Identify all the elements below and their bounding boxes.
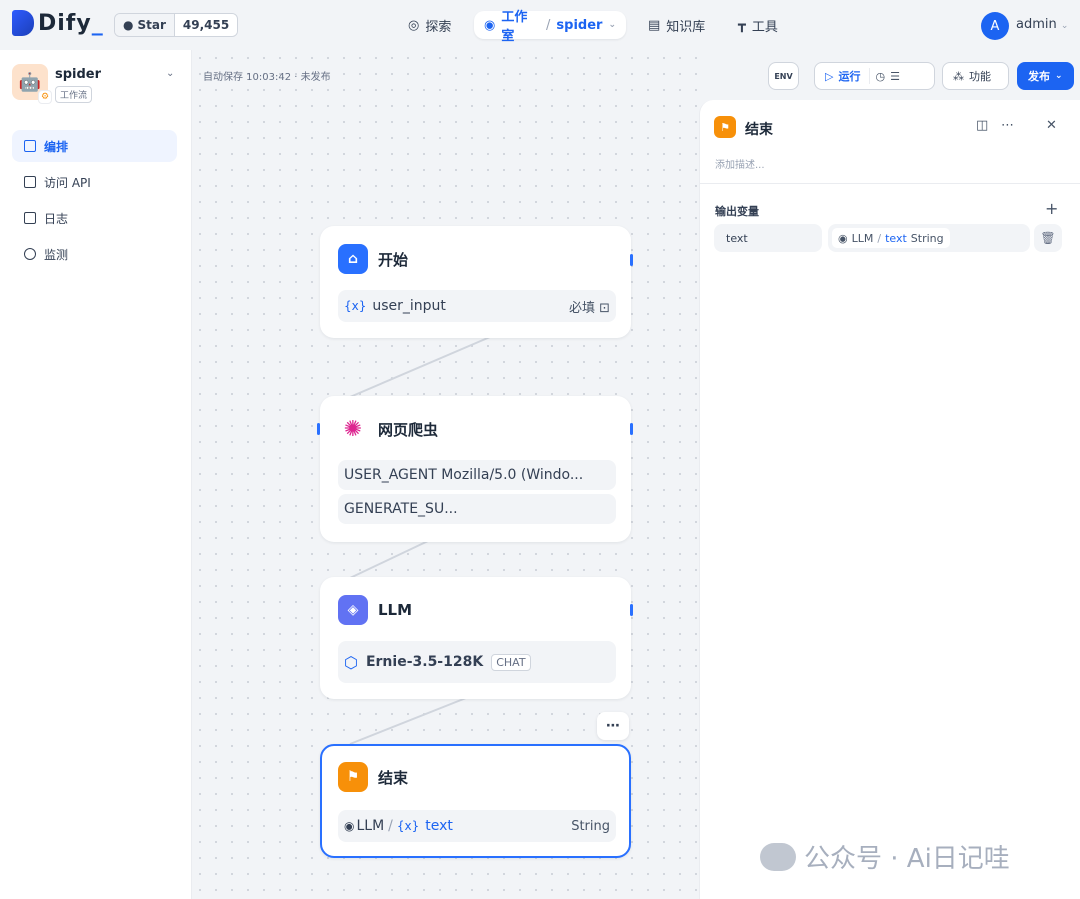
node-end[interactable]: ⚑ 结束 ◉ LLM / {x} text String xyxy=(320,744,631,858)
panel-title[interactable]: 结束 xyxy=(745,119,773,139)
node-start[interactable]: ⌂ 开始 {x} user_input 必填 ⊡ xyxy=(320,226,631,338)
text-input-icon: ⊡ xyxy=(599,300,610,316)
crawler-param-row: USER_AGENT Mozilla/5.0 (Windo... xyxy=(338,460,616,490)
close-icon[interactable]: ✕ xyxy=(1046,118,1057,133)
llm-small-icon: ◉ xyxy=(344,819,355,833)
node-crawler-in-handle[interactable] xyxy=(317,423,320,435)
flag-icon: ⚑ xyxy=(714,116,736,138)
spider-web-icon: ✺ xyxy=(338,414,368,444)
output-vars-label: 输出变量 xyxy=(715,205,759,218)
llm-small-icon: ◉ xyxy=(838,231,848,245)
start-variable-row[interactable]: {x} user_input 必填 ⊡ xyxy=(338,290,616,322)
output-var-selector[interactable]: ◉ LLM / text String xyxy=(828,224,1030,252)
trash-icon[interactable]: 🗑 xyxy=(1034,224,1062,252)
checklist-icon[interactable]: ☰ xyxy=(890,70,900,83)
more-options-button[interactable]: ⋯ xyxy=(597,712,629,740)
play-icon: ▷ xyxy=(825,69,834,83)
flag-icon: ⚑ xyxy=(338,762,368,792)
more-icon[interactable]: ⋯ xyxy=(1001,118,1014,133)
node-title: 网页爬虫 xyxy=(378,420,439,439)
node-config-panel: ⚑ 结束 ◫ ⋯ ✕ 添加描述... 输出变量 + text ◉ LLM / t… xyxy=(699,100,1080,899)
chevron-down-icon: ⌄ xyxy=(1055,71,1063,81)
node-start-out-handle[interactable] xyxy=(630,254,633,266)
run-button[interactable]: ▷ 运行 ◷ ☰ xyxy=(814,62,935,90)
edge-crawler-llm xyxy=(349,540,429,579)
brain-icon: ◈ xyxy=(338,595,368,625)
node-crawler-out-handle[interactable] xyxy=(630,423,633,435)
env-button[interactable]: ENV xyxy=(768,62,799,90)
node-title: 结束 xyxy=(378,768,409,787)
publish-button[interactable]: 发布 ⌄ xyxy=(1017,62,1074,90)
features-grid-icon: ⁂ xyxy=(953,69,964,83)
crawler-param-row: GENERATE_SU... xyxy=(338,494,616,524)
history-icon[interactable]: ◷ xyxy=(875,70,885,83)
description-input[interactable]: 添加描述... xyxy=(715,156,765,171)
home-icon: ⌂ xyxy=(338,244,368,274)
end-output-row: ◉ LLM / {x} text String xyxy=(338,810,616,842)
env-icon: ENV xyxy=(774,71,793,81)
node-web-crawler[interactable]: ✺ 网页爬虫 USER_AGENT Mozilla/5.0 (Windo... … xyxy=(320,396,631,542)
book-open-icon[interactable]: ◫ xyxy=(976,118,988,133)
node-title: LLM xyxy=(378,601,413,619)
variable-icon: {x} xyxy=(344,299,367,313)
add-variable-icon[interactable]: + xyxy=(1045,199,1058,218)
features-button[interactable]: ⁂ 功能 xyxy=(942,62,1009,90)
wechat-icon xyxy=(760,842,796,871)
variable-icon: {x} xyxy=(396,819,420,833)
node-title: 开始 xyxy=(378,250,409,269)
edge-start-crawler xyxy=(349,336,491,398)
model-mode-badge: CHAT xyxy=(491,653,531,671)
llm-model-row: ⬡ Ernie-3.5-128K CHAT xyxy=(338,641,616,683)
autosave-status: 自动保存 10:03:42 · 未发布 xyxy=(203,72,331,83)
watermark: 公众号 · Ai日记哇 xyxy=(760,838,1010,875)
output-var-name-field[interactable]: text xyxy=(714,224,822,252)
node-llm[interactable]: ◈ LLM ⬡ Ernie-3.5-128K CHAT xyxy=(320,577,631,699)
edge-llm-end xyxy=(349,697,467,745)
ernie-model-icon: ⬡ xyxy=(344,652,358,672)
node-llm-out-handle[interactable] xyxy=(630,604,633,616)
